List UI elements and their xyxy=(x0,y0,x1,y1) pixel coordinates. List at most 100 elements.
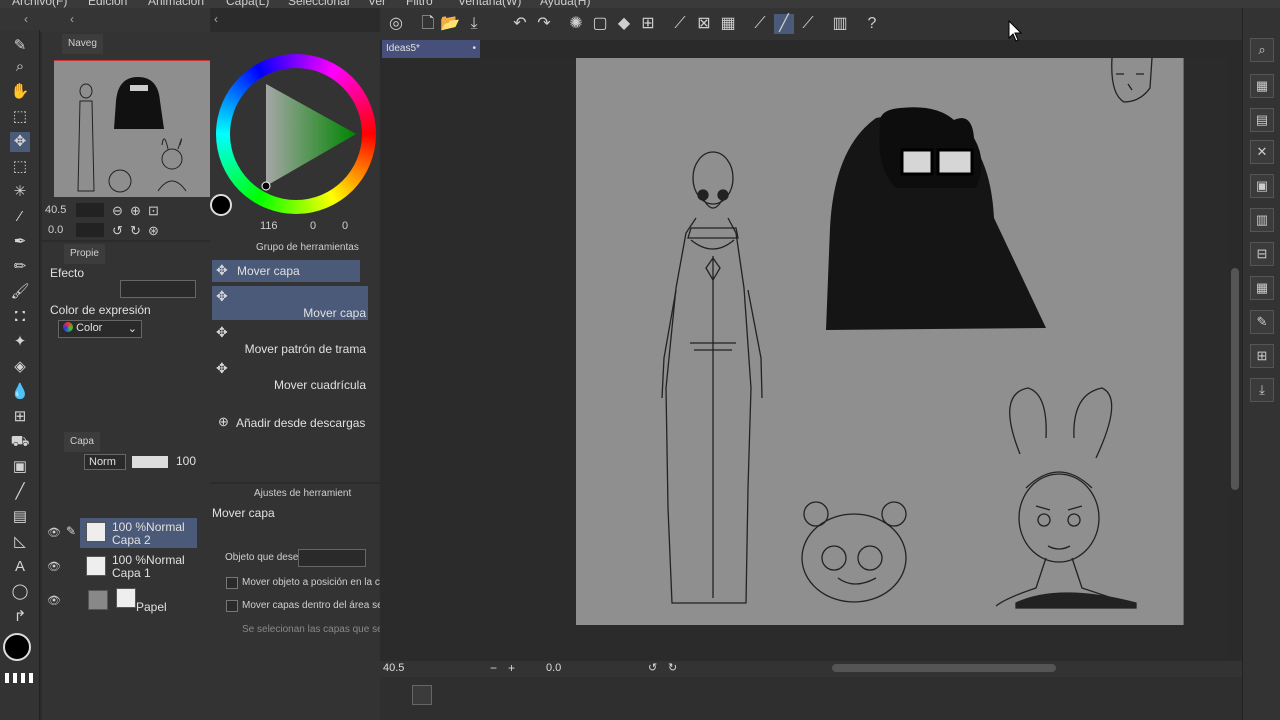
gradient-icon[interactable]: ▣ xyxy=(10,457,30,477)
menu-filter[interactable]: Filtro xyxy=(406,0,433,8)
menu-select[interactable]: Seleccionar xyxy=(288,0,351,8)
timeline-icon[interactable] xyxy=(412,685,432,705)
clear-icon[interactable]: ▢ xyxy=(590,14,610,34)
subtool-mover-capa[interactable]: ✥ Mover capa xyxy=(212,286,368,320)
selection-icon[interactable]: ⬚ xyxy=(10,157,30,177)
eye-icon[interactable]: 👁 xyxy=(47,594,61,607)
horizontal-scroll-thumb[interactable] xyxy=(832,664,1056,672)
move-layer-tool-icon[interactable]: ✥ xyxy=(10,132,30,152)
blend-mode-dropdown[interactable]: Norm xyxy=(84,454,126,470)
device-icon[interactable]: ▥ xyxy=(830,14,850,34)
navigator-angle[interactable]: 0.0 xyxy=(48,224,63,236)
menu-view[interactable]: Ver xyxy=(368,0,386,8)
new-file-icon[interactable]: 🗋 xyxy=(418,14,438,34)
menu-file[interactable]: Archivo(F) xyxy=(12,0,67,8)
dock-panel-9-icon[interactable]: ⊞ xyxy=(1250,344,1274,368)
selection-dots-icon[interactable]: ✺ xyxy=(566,14,586,34)
current-color-swatch[interactable] xyxy=(210,194,232,216)
text-icon[interactable]: A xyxy=(10,557,30,577)
dock-panel-6-icon[interactable]: ⊟ xyxy=(1250,242,1274,266)
dock-panel-3-icon[interactable]: ✕ xyxy=(1250,140,1274,164)
pen-icon[interactable]: ✒ xyxy=(10,232,30,252)
dock-panel-1-icon[interactable]: ▦ xyxy=(1250,74,1274,98)
search-dock-icon[interactable]: ⌕ xyxy=(1250,38,1274,62)
auto-select-icon[interactable]: ✳ xyxy=(10,182,30,202)
snap-grid-icon[interactable]: ▦ xyxy=(718,14,738,34)
option1-checkbox[interactable] xyxy=(226,577,238,589)
tool-settings-tab[interactable]: Ajustes de herramient xyxy=(254,488,351,499)
snap-ruler-icon[interactable]: ⟋ xyxy=(670,14,690,34)
open-file-icon[interactable]: 📂 xyxy=(440,14,460,34)
decoration-icon[interactable]: ✦ xyxy=(10,332,30,352)
correction-icon[interactable]: ↱ xyxy=(10,607,30,627)
blend-icon[interactable]: 💧 xyxy=(10,382,30,402)
navigator-tab[interactable]: Naveg xyxy=(62,34,103,54)
transform-icon[interactable]: ⊞ xyxy=(638,14,658,34)
clip-studio-icon[interactable]: ◎ xyxy=(386,14,406,34)
dock-panel-4-icon[interactable]: ▣ xyxy=(1250,174,1274,198)
dock-panel-2-icon[interactable]: ▤ xyxy=(1250,108,1274,132)
angle-slider[interactable] xyxy=(76,223,104,237)
fill-icon[interactable]: ⛟ xyxy=(10,432,30,452)
redo-icon[interactable]: ↷ xyxy=(534,14,554,34)
dock-panel-5-icon[interactable]: ▥ xyxy=(1250,208,1274,232)
object-tool-icon[interactable]: ⬚ xyxy=(10,107,30,127)
navigator-preview[interactable] xyxy=(54,60,210,197)
transparent-color-icon[interactable] xyxy=(5,673,35,683)
menu-layer[interactable]: Capa(L) xyxy=(226,0,269,8)
layer-row[interactable]: 👁 100 %Normal Capa 1 xyxy=(42,552,197,584)
brush-icon[interactable]: 🖌 xyxy=(10,282,30,302)
collapse-left-icon[interactable]: ‹ xyxy=(24,12,28,26)
effect-selector[interactable] xyxy=(120,280,196,298)
properties-tab[interactable]: Propie xyxy=(64,244,105,264)
rotate-right-icon[interactable]: ↻ xyxy=(668,661,677,674)
figure-icon[interactable]: ╱ xyxy=(10,482,30,502)
opacity-slider[interactable] xyxy=(132,456,168,468)
fill-bucket-icon[interactable]: ◆ xyxy=(614,14,634,34)
layer-tab[interactable]: Capa xyxy=(64,432,100,452)
frame-icon[interactable]: ▤ xyxy=(10,507,30,527)
eye-icon[interactable]: 👁 xyxy=(47,560,61,573)
dock-panel-10-icon[interactable]: ⤓ xyxy=(1250,378,1274,402)
rotate-left-icon[interactable]: ↺ xyxy=(648,661,657,674)
stroke-tool-icon[interactable]: ╱ xyxy=(774,14,794,34)
eye-icon[interactable]: 👁 xyxy=(47,526,61,539)
rotate-right-icon[interactable]: ↻ xyxy=(130,223,141,239)
ruler-icon[interactable]: ◺ xyxy=(10,532,30,552)
subtool-move-grid[interactable]: ✥ Mover cuadrícula xyxy=(212,358,368,392)
document-tab[interactable]: Ideas5* • xyxy=(382,40,480,58)
close-tab-icon[interactable]: • xyxy=(472,43,476,54)
menu-help[interactable]: Ayuda(H) xyxy=(540,0,590,8)
undo-icon[interactable]: ↶ xyxy=(510,14,530,34)
expression-color-dropdown[interactable]: Color ⌄ xyxy=(58,320,142,338)
collapse-mid-icon[interactable]: ‹ xyxy=(70,12,74,26)
zoom-icon[interactable]: ⌕ xyxy=(10,57,30,77)
airbrush-icon[interactable]: ⛚ xyxy=(10,307,30,327)
snap-special-icon[interactable]: ⊠ xyxy=(694,14,714,34)
status-zoom[interactable]: 40.5 xyxy=(383,662,404,674)
zoom-out-icon[interactable]: ⊖ xyxy=(112,203,123,219)
opacity-value[interactable]: 100 xyxy=(176,454,196,468)
vertical-scroll-thumb[interactable] xyxy=(1231,268,1239,490)
add-from-downloads-button[interactable]: ⊕ Añadir desde descargas xyxy=(216,414,372,432)
main-color-swatch[interactable] xyxy=(3,633,31,661)
menu-window[interactable]: Ventana(W) xyxy=(458,0,521,8)
collapse-color-icon[interactable]: ‹ xyxy=(214,12,218,26)
zoom-out-icon[interactable]: − xyxy=(490,661,497,675)
reset-rotate-icon[interactable]: ⊛ xyxy=(148,223,159,239)
eyedropper-icon[interactable]: ⁄ xyxy=(10,207,30,227)
rotate-left-icon[interactable]: ↺ xyxy=(112,223,123,239)
line-tool-icon[interactable]: ⟋ xyxy=(750,14,770,34)
saturation-triangle[interactable] xyxy=(230,68,362,200)
save-icon[interactable]: ⤓ xyxy=(464,14,484,34)
layer-row[interactable]: 👁 Papel xyxy=(42,588,197,620)
pen-small-icon[interactable]: ✎ xyxy=(10,36,30,56)
dock-panel-7-icon[interactable]: ▦ xyxy=(1250,276,1274,300)
option2-checkbox[interactable] xyxy=(226,600,238,612)
fit-icon[interactable]: ⊡ xyxy=(148,203,159,219)
drawing-canvas[interactable] xyxy=(576,57,1184,625)
menu-animation[interactable]: Animación xyxy=(148,0,204,8)
dock-panel-8-icon[interactable]: ✎ xyxy=(1250,310,1274,334)
correction-tool-icon[interactable]: ⟋ xyxy=(798,14,818,34)
hand-icon[interactable]: ✋ xyxy=(10,82,30,102)
